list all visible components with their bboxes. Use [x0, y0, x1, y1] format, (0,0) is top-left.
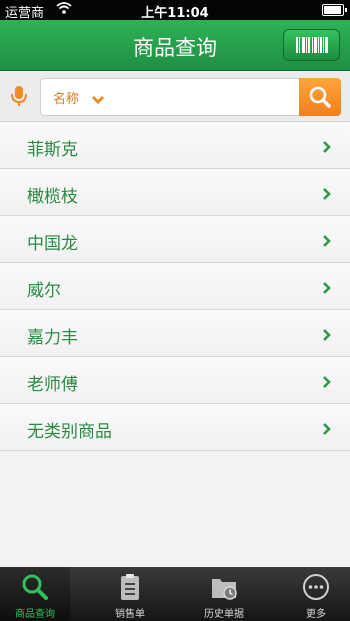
search-icon [309, 86, 331, 108]
list-item[interactable]: 嘉力丰 [0, 310, 350, 357]
chevron-down-icon[interactable] [91, 90, 105, 109]
tab-label: 更多 [306, 609, 326, 620]
tab-label: 商品查询 [15, 609, 55, 620]
search-category-label[interactable]: 名称 [53, 88, 79, 107]
tab-label: 销售单 [115, 609, 145, 620]
tab-label: 历史单据 [204, 609, 244, 620]
battery-icon [322, 4, 347, 16]
tab-history[interactable]: 历史单据 [189, 567, 259, 621]
list-item-label: 威尔 [27, 281, 61, 301]
search-bar: 名称 [0, 71, 350, 122]
list-item[interactable]: 老师傅 [0, 357, 350, 404]
list-item-label: 老师傅 [27, 375, 78, 395]
list-item[interactable]: 中国龙 [0, 216, 350, 263]
folder-clock-icon [212, 579, 237, 600]
search-icon [22, 574, 48, 600]
chevron-right-icon [322, 139, 332, 158]
tab-more[interactable]: 更多 [281, 567, 350, 621]
chevron-right-icon [322, 374, 332, 393]
navigation-bar: 商品查询 [0, 20, 350, 71]
list-item[interactable]: 威尔 [0, 263, 350, 310]
list-item[interactable]: 橄榄枝 [0, 169, 350, 216]
list-item-label: 无类别商品 [27, 422, 112, 442]
list-item-label: 橄榄枝 [27, 187, 78, 207]
chevron-right-icon [322, 327, 332, 346]
list-item[interactable]: 菲斯克 [0, 122, 350, 169]
clipboard-icon [121, 574, 139, 600]
list-item-label: 菲斯克 [27, 140, 78, 160]
search-input[interactable]: 名称 [40, 78, 301, 116]
status-time: 上午11:04 [141, 6, 209, 21]
chevron-right-icon [322, 233, 332, 252]
list-item[interactable]: 无类别商品 [0, 404, 350, 451]
chevron-right-icon [322, 280, 332, 299]
tab-sales-order[interactable]: 销售单 [95, 567, 165, 621]
list-item-label: 嘉力丰 [27, 328, 78, 348]
microphone-icon[interactable] [10, 85, 28, 111]
search-button[interactable] [299, 78, 341, 116]
list-item-label: 中国龙 [27, 234, 78, 254]
barcode-scan-button[interactable] [283, 29, 340, 61]
chevron-right-icon [322, 421, 332, 440]
category-list: 菲斯克 橄榄枝 中国龙 威尔 嘉力丰 老师傅 无类别商品 [0, 122, 350, 451]
more-icon [303, 574, 329, 600]
chevron-right-icon [322, 186, 332, 205]
barcode-icon [295, 37, 328, 53]
status-bar: 运营商 上午11:04 [0, 0, 350, 21]
tab-product-search[interactable]: 商品查询 [0, 567, 70, 621]
tab-bar: 商品查询 销售单 历史单据 更多 [0, 567, 350, 621]
